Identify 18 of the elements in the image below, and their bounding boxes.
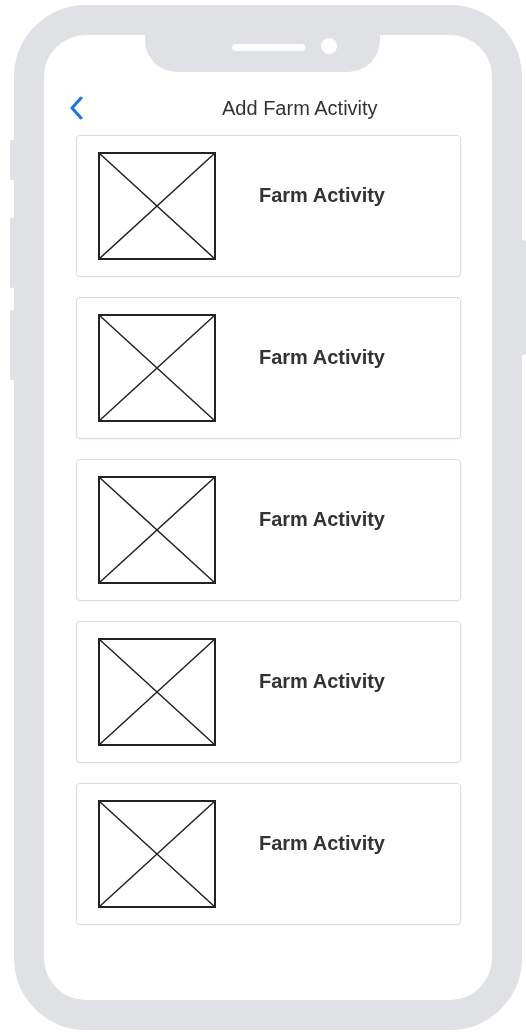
back-button[interactable]	[68, 96, 84, 120]
camera-dot	[321, 38, 337, 54]
activity-card[interactable]: Farm Activity	[76, 459, 461, 601]
image-placeholder-icon	[98, 152, 216, 260]
activity-card[interactable]: Farm Activity	[76, 621, 461, 763]
image-placeholder-icon	[98, 800, 216, 908]
activity-card[interactable]: Farm Activity	[76, 135, 461, 277]
activity-card[interactable]: Farm Activity	[76, 783, 461, 925]
activity-label: Farm Activity	[259, 669, 385, 694]
image-placeholder-icon	[98, 314, 216, 422]
screen-title: Add Farm Activity	[222, 96, 378, 121]
image-placeholder-icon	[98, 638, 216, 746]
activity-label: Farm Activity	[259, 345, 385, 370]
activity-label: Farm Activity	[259, 183, 385, 208]
activity-label: Farm Activity	[259, 831, 385, 856]
image-placeholder-icon	[98, 476, 216, 584]
activity-label: Farm Activity	[259, 507, 385, 532]
activity-card[interactable]: Farm Activity	[76, 297, 461, 439]
